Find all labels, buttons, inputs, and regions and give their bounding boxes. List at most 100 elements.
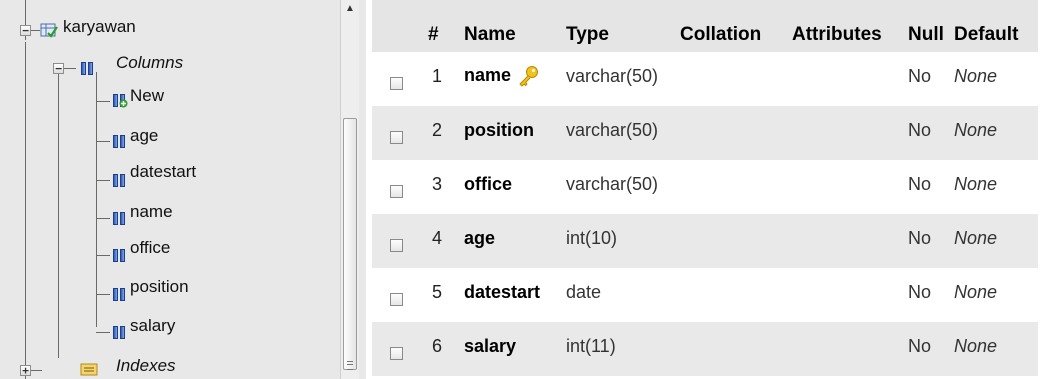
column-name[interactable]: salary: [464, 336, 516, 356]
column-default: None: [954, 65, 998, 86]
new-column-icon: [112, 93, 128, 108]
table-row: 4 age int(10) No None: [372, 214, 1038, 268]
column-null: No: [908, 119, 932, 140]
row-select-cell: [372, 52, 422, 106]
tree-connector: [58, 68, 59, 358]
tree-item-column[interactable]: age: [130, 126, 158, 146]
column-default: None: [954, 227, 998, 248]
structure-table: # Name Type Collation Attributes Null De…: [372, 0, 1038, 376]
column-type: int(11): [566, 335, 616, 356]
tree-connector: [96, 255, 110, 256]
row-number: 4: [432, 227, 443, 248]
row-checkbox[interactable]: [390, 76, 403, 90]
column-type: int(10): [566, 227, 618, 248]
row-number: 5: [432, 281, 443, 302]
tree-item-column[interactable]: salary: [130, 316, 175, 336]
column-name-cell: salary: [458, 322, 560, 376]
tree-connector: [64, 68, 76, 69]
tree-item-column[interactable]: datestart: [130, 162, 196, 182]
row-checkbox[interactable]: [390, 238, 403, 252]
scroll-up-arrow[interactable]: ▲: [341, 0, 359, 18]
row-select-cell: [372, 322, 422, 376]
column-null: No: [908, 173, 932, 194]
column-icon: [112, 287, 126, 301]
row-checkbox[interactable]: [390, 184, 403, 198]
tree-item-column[interactable]: name: [130, 202, 173, 222]
row-number: 3: [432, 173, 443, 194]
column-type: varchar(50): [566, 65, 659, 86]
tree-item-column[interactable]: office: [130, 238, 170, 258]
navigation-tree: − karyawan − Columns New age datestart n…: [0, 0, 340, 379]
column-name[interactable]: name: [464, 65, 511, 85]
column-default: None: [954, 173, 998, 194]
column-attributes: [786, 214, 902, 268]
columns-icon: [80, 61, 94, 75]
column-type: varchar(50): [566, 173, 659, 194]
column-type: varchar(50): [566, 119, 659, 140]
scrollbar-grip: [347, 361, 353, 370]
row-select-cell: [372, 268, 422, 322]
column-header-type[interactable]: Type: [560, 0, 674, 52]
column-header-attributes[interactable]: Attributes: [786, 0, 902, 52]
row-select-cell: [372, 214, 422, 268]
column-name[interactable]: office: [464, 174, 512, 194]
column-collation: [674, 160, 786, 214]
tree-connector: [96, 180, 110, 181]
column-attributes: [786, 52, 902, 106]
row-number: 1: [432, 65, 443, 86]
row-checkbox[interactable]: [390, 292, 403, 306]
column-name[interactable]: datestart: [464, 282, 540, 302]
column-name[interactable]: position: [464, 120, 534, 140]
row-select-cell: [372, 160, 422, 214]
tree-connector: [25, 42, 26, 379]
expand-indexes-toggle[interactable]: +: [20, 365, 31, 376]
indexes-icon: [80, 363, 98, 376]
column-default: None: [954, 281, 998, 302]
tree-connector: [96, 218, 110, 219]
row-checkbox[interactable]: [390, 130, 403, 144]
column-name-cell: age: [458, 214, 560, 268]
column-attributes: [786, 322, 902, 376]
column-name-cell: office: [458, 160, 560, 214]
column-name-cell: datestart: [458, 268, 560, 322]
row-checkbox[interactable]: [390, 346, 403, 360]
tree-connector: [96, 101, 110, 102]
column-collation: [674, 322, 786, 376]
column-icon: [112, 325, 126, 339]
table-structure-panel: # Name Type Collation Attributes Null De…: [372, 0, 1040, 379]
column-header-name[interactable]: Name: [458, 0, 560, 52]
navigation-scrollbar[interactable]: ▲: [340, 0, 359, 379]
scrollbar-thumb[interactable]: [343, 118, 357, 370]
tree-connector: [96, 72, 97, 327]
column-header-null[interactable]: Null: [902, 0, 948, 52]
tree-item-column[interactable]: position: [130, 277, 189, 297]
table-row: 5 datestart date No None: [372, 268, 1038, 322]
tree-item-indexes[interactable]: Indexes: [116, 356, 176, 376]
table-row: 6 salary int(11) No None: [372, 322, 1038, 376]
tree-connector: [96, 141, 110, 142]
column-icon: [112, 211, 126, 225]
row-number: 2: [432, 119, 443, 140]
column-header-collation[interactable]: Collation: [674, 0, 786, 52]
row-number: 6: [432, 335, 443, 356]
tree-item-columns[interactable]: Columns: [116, 53, 183, 73]
table-header-row: # Name Type Collation Attributes Null De…: [372, 0, 1038, 52]
row-select-cell: [372, 106, 422, 160]
column-null: No: [908, 281, 932, 302]
tree-item-new-column[interactable]: New: [130, 86, 164, 106]
column-attributes: [786, 106, 902, 160]
tree-item-karyawan[interactable]: karyawan: [63, 17, 136, 37]
column-name-cell: position: [458, 106, 560, 160]
column-collation: [674, 214, 786, 268]
select-column-header: [372, 0, 422, 52]
tree-connector: [96, 332, 110, 333]
column-header-number[interactable]: #: [422, 0, 458, 52]
column-null: No: [908, 335, 932, 356]
column-icon: [112, 134, 126, 148]
column-header-default[interactable]: Default: [948, 0, 1038, 52]
column-name[interactable]: age: [464, 228, 495, 248]
table-row: 1 name varchar(50) No None: [372, 52, 1038, 106]
collapse-columns-toggle[interactable]: −: [53, 63, 64, 74]
column-null: No: [908, 227, 932, 248]
collapse-table-toggle[interactable]: −: [20, 25, 31, 36]
